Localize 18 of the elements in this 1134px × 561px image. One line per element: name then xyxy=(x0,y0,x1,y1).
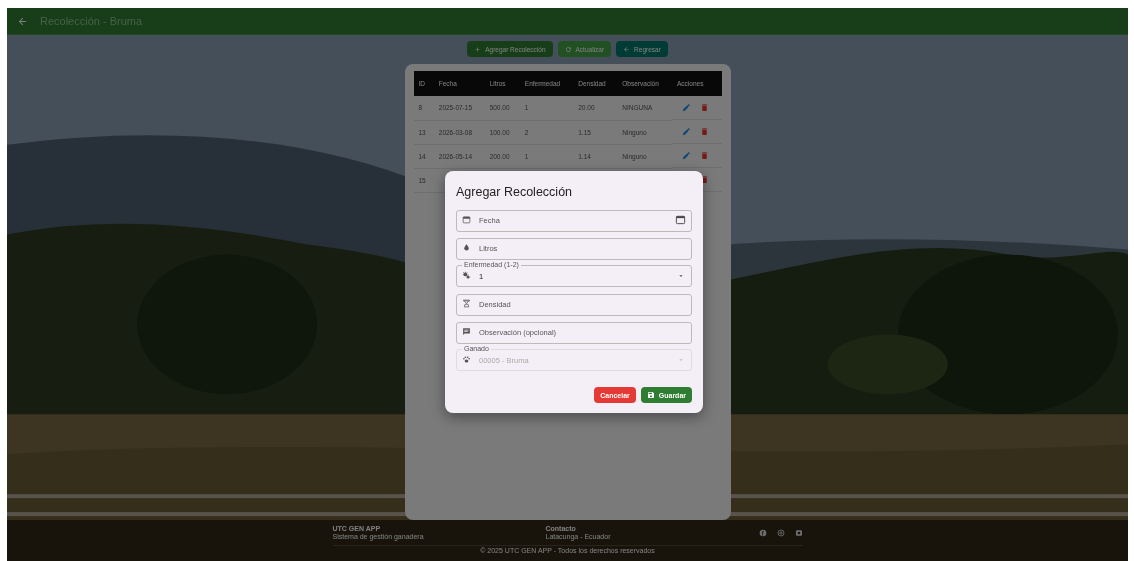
pencil-icon[interactable] xyxy=(682,127,691,136)
calendar-icon xyxy=(462,215,471,224)
back-arrow-icon[interactable] xyxy=(17,15,28,27)
virus-icon xyxy=(462,271,471,280)
paw-icon xyxy=(462,355,471,364)
pencil-icon[interactable] xyxy=(682,151,691,160)
refresh-icon xyxy=(564,45,572,53)
at-sign-icon[interactable] xyxy=(776,528,785,537)
pencil-icon[interactable] xyxy=(682,103,691,112)
scale-icon xyxy=(462,299,471,308)
camera-icon[interactable] xyxy=(794,528,803,537)
facebook-icon[interactable] xyxy=(758,528,767,537)
comment-icon xyxy=(462,327,471,336)
calendar-icon[interactable] xyxy=(675,214,686,225)
drop-icon xyxy=(462,243,471,252)
dialog-title: Agregar Recolección xyxy=(456,185,574,199)
plus-icon xyxy=(474,45,482,53)
back-arrow-icon xyxy=(623,45,631,53)
